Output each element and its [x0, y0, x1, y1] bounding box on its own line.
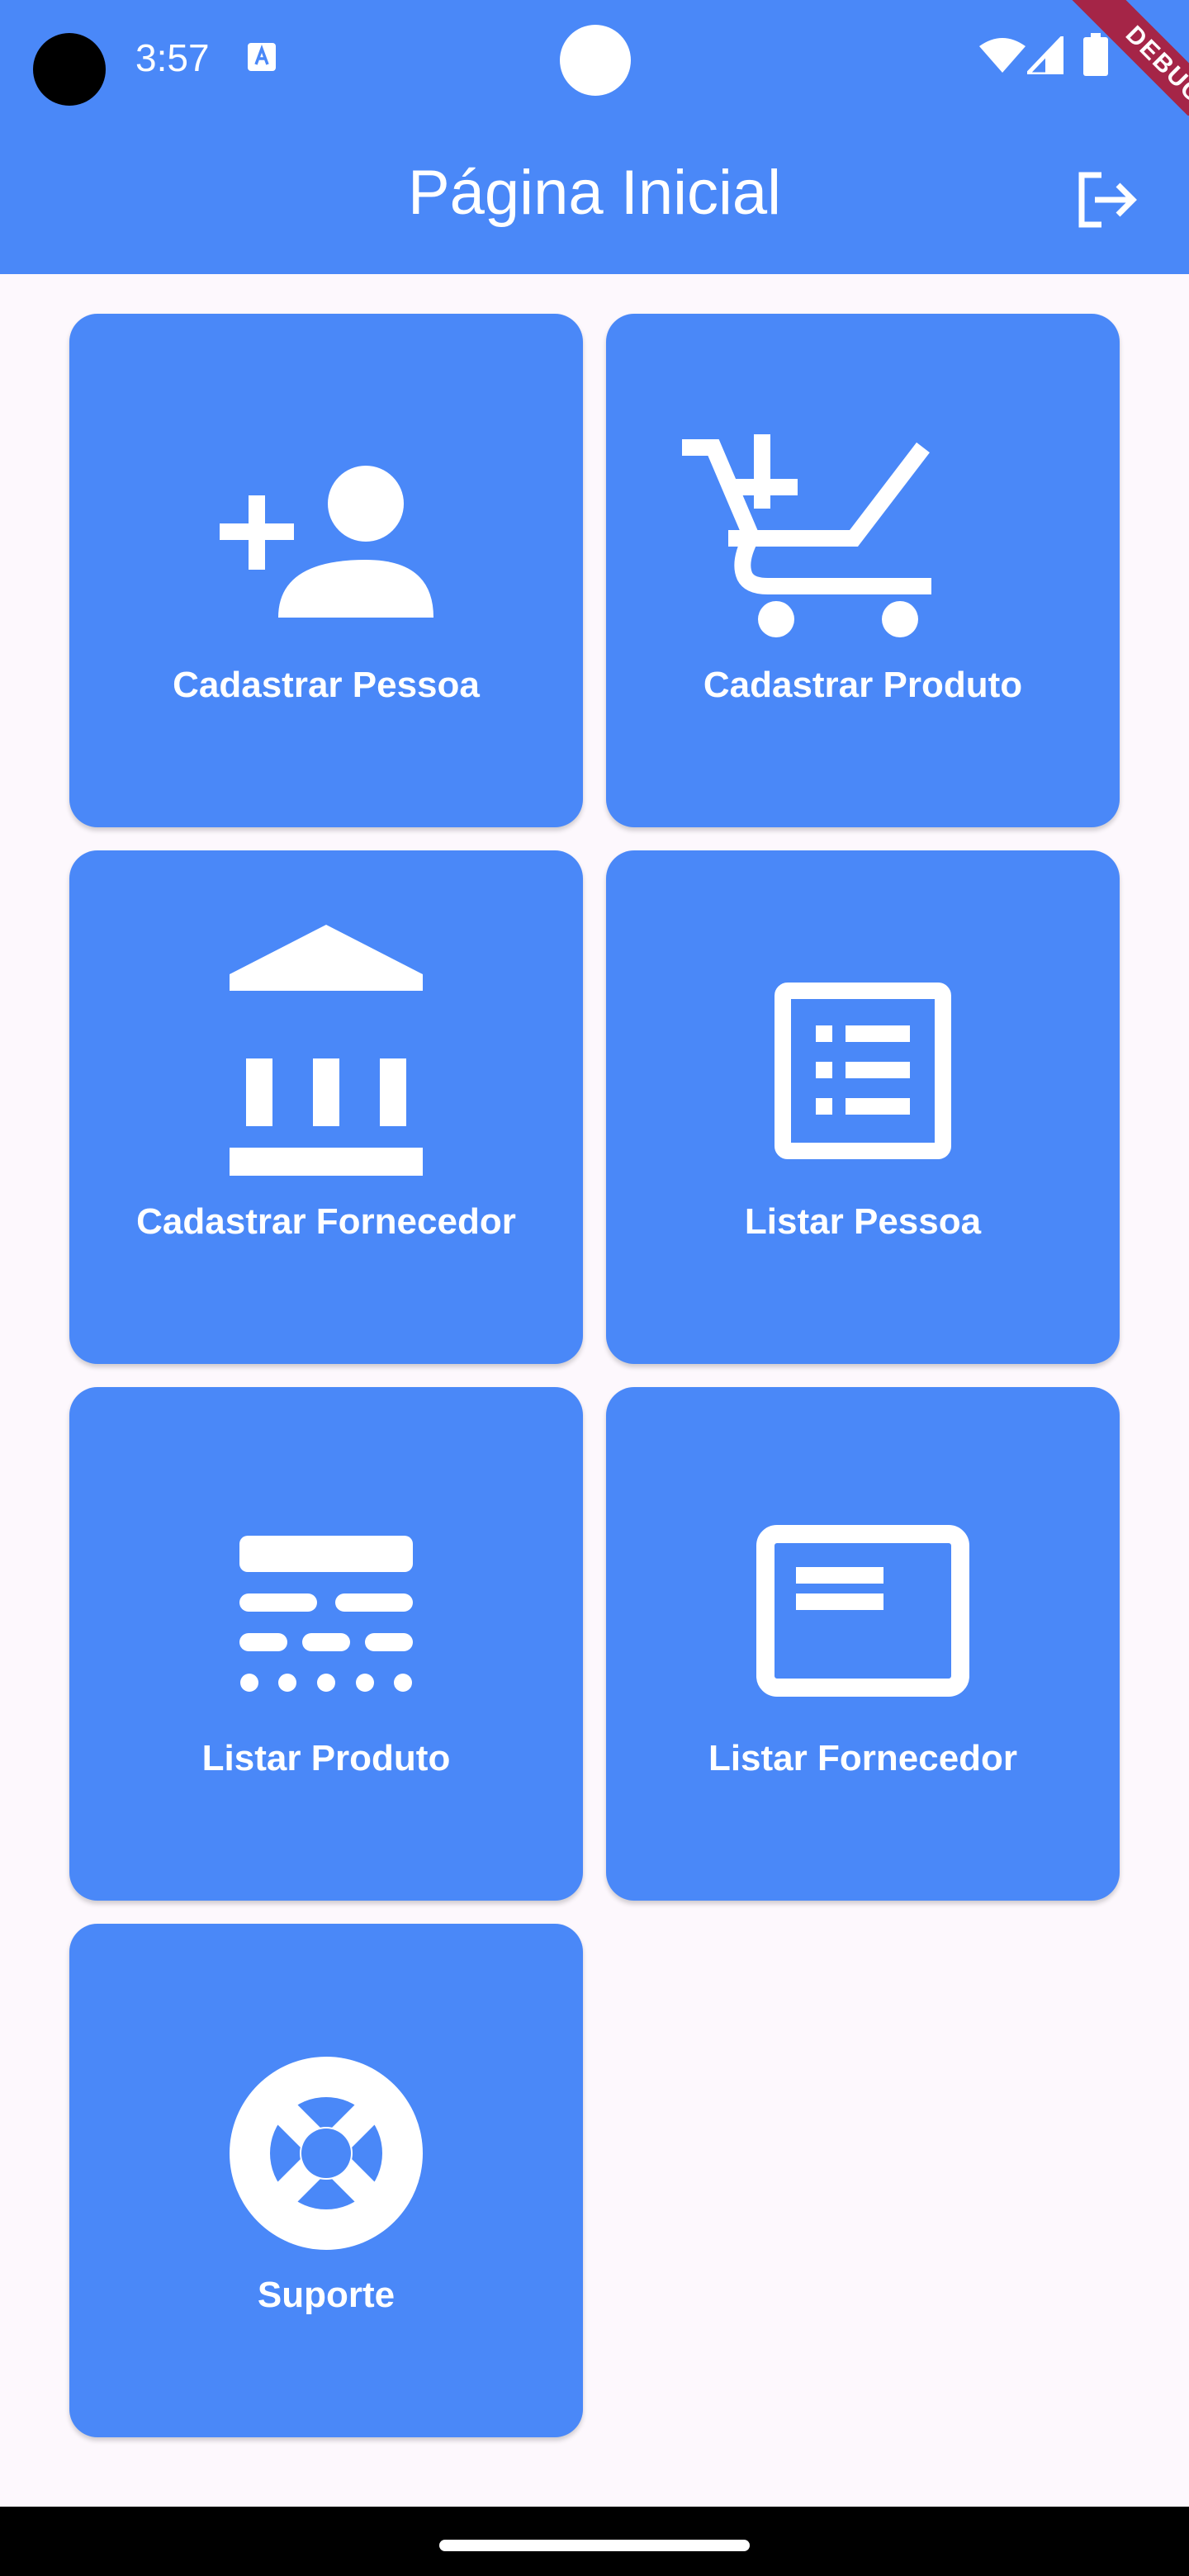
page-title: Página Inicial: [407, 158, 782, 228]
camera-dot: [33, 33, 106, 106]
tile-listar-fornecedor[interactable]: Listar Fornecedor: [606, 1387, 1120, 1901]
app-bar: Página Inicial: [0, 116, 1189, 274]
tile-label: Cadastrar Pessoa: [173, 665, 480, 705]
logout-icon: [1078, 172, 1137, 228]
home-indicator[interactable]: [439, 2540, 750, 2551]
status-time: 3:57: [135, 36, 210, 79]
tile-label: Cadastrar Produto: [703, 665, 1023, 705]
tile-cadastrar-pessoa[interactable]: Cadastrar Pessoa: [69, 314, 583, 827]
tile-label: Cadastrar Fornecedor: [136, 1201, 516, 1242]
bank-icon: [230, 925, 423, 1176]
tile-listar-pessoa[interactable]: Listar Pessoa: [606, 850, 1120, 1364]
tile-suporte[interactable]: Suporte: [69, 1924, 583, 2437]
front-camera: [560, 25, 631, 96]
dataset-list-icon: [239, 1536, 413, 1692]
web-card-icon: [756, 1525, 969, 1697]
tile-cadastrar-fornecedor[interactable]: Cadastrar Fornecedor: [69, 850, 583, 1364]
list-alt-icon: [775, 983, 951, 1159]
status-bar: 3:57 DEBUG: [0, 0, 1189, 167]
tile-label: Listar Pessoa: [744, 1201, 982, 1242]
tile-label: Listar Produto: [201, 1738, 451, 1778]
keyboard-a-icon: [248, 43, 276, 71]
tile-label: Suporte: [257, 2275, 396, 2315]
logout-button[interactable]: [1065, 159, 1148, 241]
tile-listar-produto[interactable]: Listar Produto: [69, 1387, 583, 1901]
system-nav-bar: [0, 2507, 1189, 2576]
person-add-icon: [220, 466, 433, 618]
tile-label: Listar Fornecedor: [708, 1738, 1018, 1778]
tile-cadastrar-produto[interactable]: Cadastrar Produto: [606, 314, 1120, 827]
life-buoy-icon: [230, 2057, 423, 2250]
add-shopping-cart-icon: [682, 434, 931, 637]
